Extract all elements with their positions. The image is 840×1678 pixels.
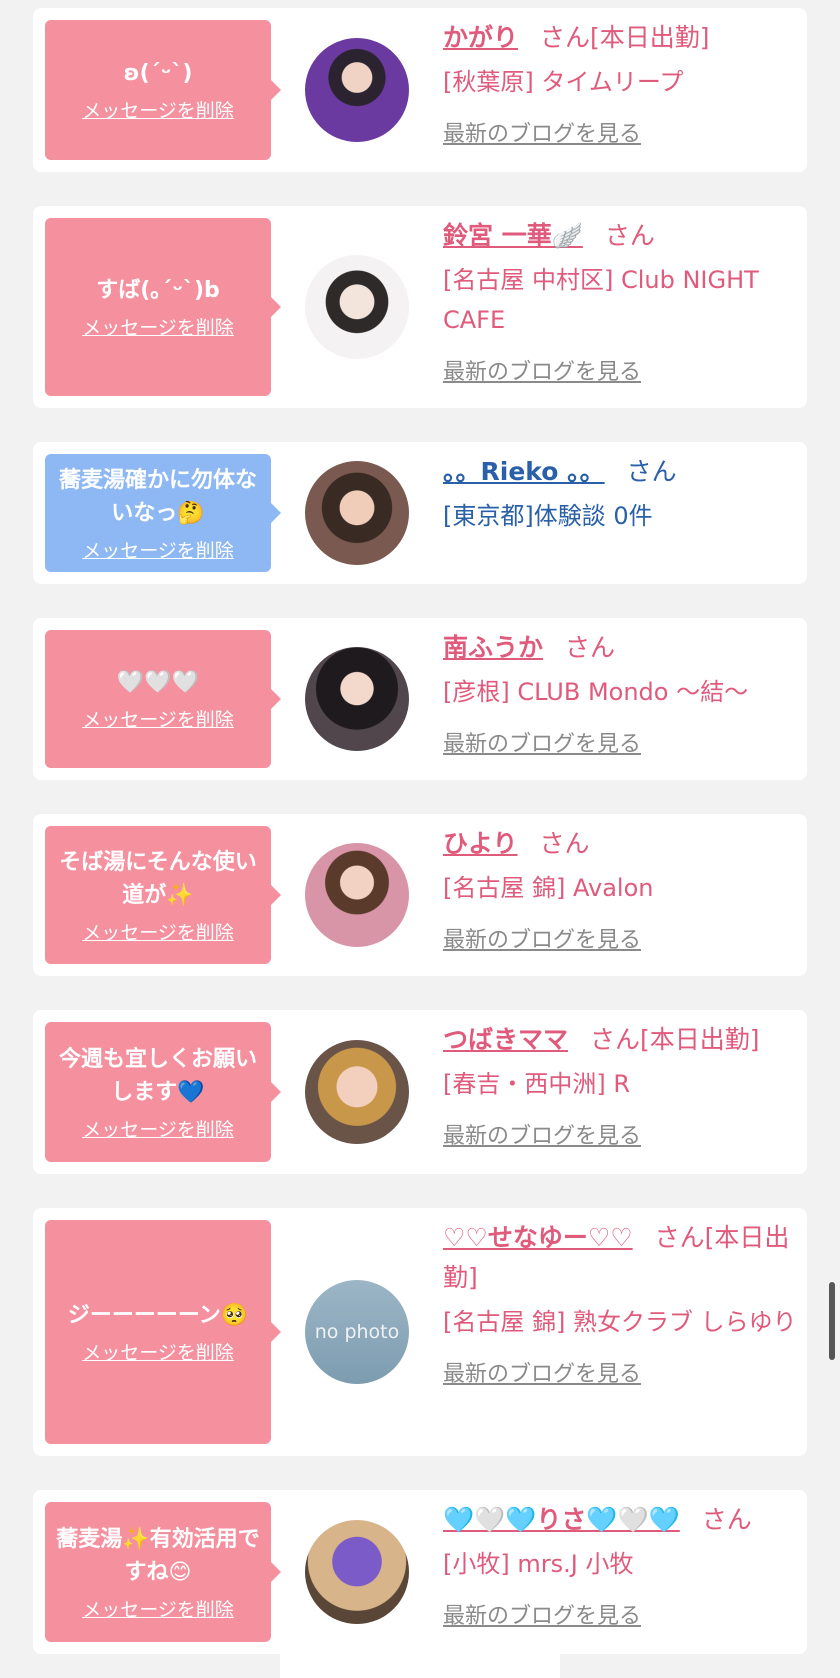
avatar[interactable] [305,255,409,359]
no-photo-label: no photo [314,1321,400,1343]
message-text: 今週も宜しくお願いします💙 [58,1046,257,1105]
latest-blog-link[interactable]: 最新のブログを見る [443,1118,641,1150]
avatar[interactable] [305,1040,409,1144]
honorific: さん [540,23,591,52]
message-bubble: ʚ(ˊᵕˋ) メッセージを削除 [45,20,281,160]
honorific: さん [626,457,677,486]
message-text: 蕎麦湯✨有効活用ですね😊 [56,1526,260,1585]
shop-label: [東京都]体験談 0件 [443,502,653,530]
shop-label: [名古屋 中村区] Club NIGHT CAFE [443,266,759,334]
message-text: 🤍🤍🤍 [116,670,200,695]
member-name-link[interactable]: 。。Rieko 。。 [443,457,605,486]
message-text: すば(｡ˊᵕˋ)b [96,278,220,303]
honorific: さん [539,829,590,858]
delete-message-link[interactable]: メッセージを削除 [82,1338,234,1365]
delete-message-link[interactable]: メッセージを削除 [82,918,234,945]
message-text: ʚ(ˊᵕˋ) [123,61,193,86]
message-bubble: すば(｡ˊᵕˋ)b メッセージを削除 [45,218,281,396]
member-name-link[interactable]: 南ふうか [443,633,543,662]
scrollbar[interactable] [829,1282,835,1360]
latest-blog-link[interactable]: 最新のブログを見る [443,1598,641,1630]
avatar[interactable] [305,38,409,142]
list-item: すば(｡ˊᵕˋ)b メッセージを削除 鈴宮 一華🪽 さん [名古屋 中村区] Cl… [33,206,807,408]
list-item: 蕎麦湯✨有効活用ですね😊 メッセージを削除 🩵🤍🩵りさ🩵🤍🩵 さん [小牧] mr… [33,1490,807,1654]
shop-label: [秋葉原] タイムリープ [443,68,684,96]
honorific: さん [604,221,655,250]
honorific: さん [565,633,616,662]
list-item: 今週も宜しくお願いします💙 メッセージを削除 つばきママ さん[本日出勤] [春吉… [33,1010,807,1174]
avatar[interactable] [305,647,409,751]
honorific: さん [701,1505,752,1534]
status-badge: [本日出勤] [590,23,710,52]
member-name-link[interactable]: ♡♡せなゆー♡♡ [443,1223,633,1252]
latest-blog-link[interactable]: 最新のブログを見る [443,354,641,386]
message-text: 蕎麦湯確かに勿体ないなっ🤔 [58,467,257,526]
latest-blog-link[interactable]: 最新のブログを見る [443,116,641,148]
bottom-tab-bar[interactable] [280,1638,560,1678]
member-name-link[interactable]: ひより [443,829,518,858]
list-item: そば湯にそんな使い道が✨ メッセージを削除 ひより さん [名古屋 錦] Aval… [33,814,807,976]
avatar[interactable] [305,1520,409,1624]
list-item: 🤍🤍🤍 メッセージを削除 南ふうか さん [彦根] CLUB Mondo 〜結〜 … [33,618,807,780]
message-bubble: 蕎麦湯確かに勿体ないなっ🤔 メッセージを削除 [45,454,281,572]
delete-message-link[interactable]: メッセージを削除 [82,313,234,340]
delete-message-link[interactable]: メッセージを削除 [82,1595,234,1622]
delete-message-link[interactable]: メッセージを削除 [82,705,234,732]
message-bubble: 🤍🤍🤍 メッセージを削除 [45,630,281,768]
latest-blog-link[interactable]: 最新のブログを見る [443,726,641,758]
member-name-link[interactable]: つばきママ [443,1025,568,1054]
shop-label: [名古屋 錦] Avalon [443,874,654,902]
delete-message-link[interactable]: メッセージを削除 [82,1115,234,1142]
shop-label: [彦根] CLUB Mondo 〜結〜 [443,678,749,706]
list-item: ジーーーーーン🥺 メッセージを削除 no photo ♡♡せなゆー♡♡ さん[本日… [33,1208,807,1456]
latest-blog-link[interactable]: 最新のブログを見る [443,922,641,954]
avatar[interactable]: no photo [305,1280,409,1384]
list-item: ʚ(ˊᵕˋ) メッセージを削除 かがり さん[本日出勤] [秋葉原] タイムリープ… [33,8,807,172]
avatar[interactable] [305,843,409,947]
status-badge: [本日出勤] [640,1025,760,1054]
latest-blog-link[interactable]: 最新のブログを見る [443,1356,641,1388]
member-name-link[interactable]: かがり [443,23,518,52]
list-item: 蕎麦湯確かに勿体ないなっ🤔 メッセージを削除 。。Rieko 。。 さん [東京都… [33,442,807,584]
member-name-link[interactable]: 鈴宮 一華🪽 [443,221,583,250]
delete-message-link[interactable]: メッセージを削除 [82,96,234,123]
honorific: さん [590,1025,641,1054]
shop-label: [春吉・西中洲] R [443,1070,631,1098]
delete-message-link[interactable]: メッセージを削除 [82,536,234,563]
shop-label: [小牧] mrs.J 小牧 [443,1550,634,1578]
message-bubble: ジーーーーーン🥺 メッセージを削除 [45,1220,281,1444]
shop-label: [名古屋 錦] 熟女クラブ しらゆり [443,1308,797,1336]
message-bubble: 蕎麦湯✨有効活用ですね😊 メッセージを削除 [45,1502,281,1642]
member-name-link[interactable]: 🩵🤍🩵りさ🩵🤍🩵 [443,1505,680,1534]
message-text: そば湯にそんな使い道が✨ [59,849,257,908]
message-text: ジーーーーーン🥺 [67,1303,249,1328]
message-bubble: そば湯にそんな使い道が✨ メッセージを削除 [45,826,281,964]
honorific: さん [654,1223,705,1252]
message-bubble: 今週も宜しくお願いします💙 メッセージを削除 [45,1022,281,1162]
avatar[interactable] [305,461,409,565]
